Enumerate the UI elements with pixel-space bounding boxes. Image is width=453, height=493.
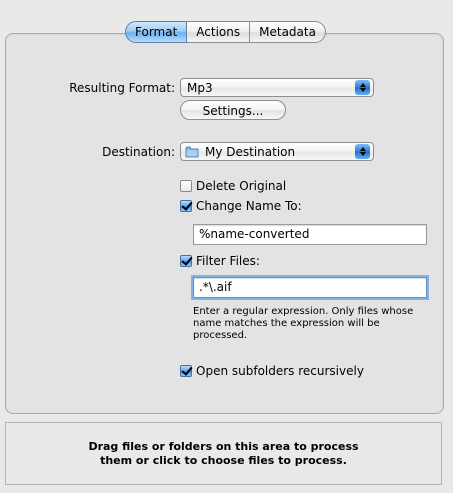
change-name-label: Change Name To: (196, 199, 302, 213)
popup-arrows-icon (355, 80, 370, 95)
change-name-checkbox[interactable]: Change Name To: (180, 199, 302, 213)
checkmark-icon[interactable] (180, 365, 192, 377)
folder-icon (185, 146, 199, 158)
open-subfolders-label: Open subfolders recursively (196, 364, 364, 378)
tab-actions[interactable]: Actions (187, 21, 251, 43)
filter-files-field[interactable]: .*\.aif (193, 277, 427, 298)
change-name-field[interactable]: %name-converted (193, 224, 427, 245)
drop-zone[interactable]: Drag files or folders on this area to pr… (5, 422, 442, 485)
destination-value: My Destination (205, 145, 296, 159)
filter-help-text: Enter a regular expression. Only files w… (193, 306, 414, 341)
tab-format[interactable]: Format (125, 21, 188, 43)
tab-bar: Format Actions Metadata (125, 21, 326, 43)
resulting-format-popup[interactable]: Mp3 (180, 78, 374, 97)
resulting-format-label: Resulting Format: (69, 81, 175, 95)
drop-zone-text: Drag files or folders on this area to pr… (88, 439, 359, 467)
delete-original-label: Delete Original (196, 179, 287, 193)
resulting-format-value: Mp3 (187, 81, 213, 95)
popup-arrows-icon (355, 144, 370, 159)
checkmark-icon[interactable] (180, 200, 192, 212)
destination-popup[interactable]: My Destination (180, 142, 374, 161)
delete-original-checkbox[interactable]: Delete Original (180, 179, 286, 193)
tab-metadata[interactable]: Metadata (250, 21, 326, 43)
open-subfolders-checkbox[interactable]: Open subfolders recursively (180, 364, 364, 378)
filter-files-checkbox[interactable]: Filter Files: (180, 254, 260, 268)
filter-files-label: Filter Files: (196, 254, 260, 268)
checkmark-icon[interactable] (180, 255, 192, 267)
settings-button[interactable]: Settings... (180, 100, 286, 120)
destination-label: Destination: (102, 145, 175, 159)
delete-original-box[interactable] (180, 180, 192, 192)
